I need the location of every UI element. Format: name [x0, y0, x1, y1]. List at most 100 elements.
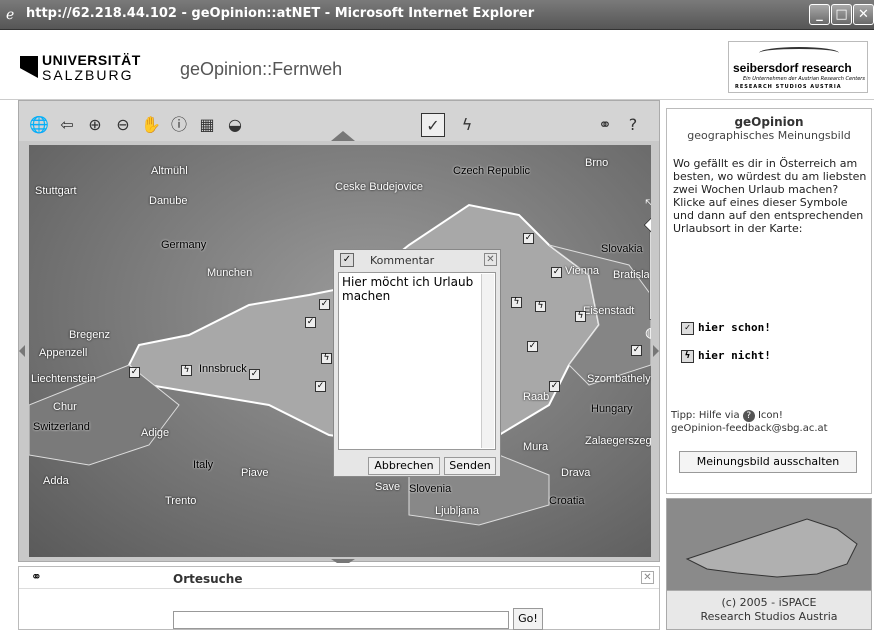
- check-marker[interactable]: ✓: [249, 369, 260, 380]
- zoom-fit-icon[interactable]: ⤡: [645, 197, 651, 213]
- comment-dialog-header: ✓ Kommentar ✕: [334, 250, 500, 270]
- ie-icon: ℯ: [6, 7, 15, 23]
- maximize-button[interactable]: □: [831, 4, 852, 25]
- check-marker[interactable]: ✓: [129, 367, 140, 378]
- seibersdorf-arc: [759, 47, 839, 59]
- sidebar-title: geOpinion: [734, 115, 804, 129]
- minimize-button[interactable]: _: [809, 4, 830, 25]
- comment-dialog-title: Kommentar: [370, 254, 435, 267]
- flash-marker[interactable]: ϟ: [535, 301, 546, 312]
- zoom-out-icon[interactable]: ⊖: [111, 113, 135, 137]
- flash-marker[interactable]: ϟ: [575, 311, 586, 322]
- legend-yes[interactable]: ✓ hier schon!: [681, 321, 771, 335]
- check-marker[interactable]: ✓: [315, 381, 326, 392]
- map-label: Altmühl: [151, 165, 188, 177]
- close-icon[interactable]: ✕: [641, 571, 654, 584]
- feedback-email[interactable]: geOpinion-feedback@sbg.ac.at: [671, 423, 828, 434]
- checkmark-tool-icon[interactable]: ✓: [421, 113, 445, 137]
- seibersdorf-logo[interactable]: seibersdorf research Ein Unternehmen der…: [728, 41, 868, 93]
- go-button[interactable]: Go!: [513, 608, 543, 630]
- map-label: Raab: [523, 391, 550, 403]
- flash-icon: ϟ: [681, 349, 694, 363]
- page-header: UNIVERSITÄT SALZBURG geOpinion::Fernweh …: [0, 30, 874, 100]
- zoom-world-icon[interactable]: ◍: [645, 325, 651, 341]
- credit-line1: (c) 2005 - iSPACE: [721, 596, 817, 609]
- university-logo-mark: [20, 56, 38, 78]
- cancel-button[interactable]: Abbrechen: [368, 457, 440, 475]
- info-sidebar: geOpinion geographisches Meinungsbild Wo…: [666, 108, 872, 494]
- comment-dialog: ✓ Kommentar ✕ Hier möcht ich Urlaub mach…: [333, 249, 501, 477]
- flash-marker[interactable]: ϟ: [321, 353, 332, 364]
- map-label: Appenzell: [39, 347, 88, 359]
- overview-map-shape: [685, 518, 858, 578]
- zoom-track[interactable]: [649, 220, 651, 320]
- map-label: Chur: [53, 401, 77, 413]
- map-label: Liechtenstein: [31, 373, 96, 385]
- legend-yes-label: hier schon!: [698, 321, 771, 334]
- credit-box: (c) 2005 - iSPACE Research Studios Austr…: [666, 590, 872, 630]
- pan-west-arrow: [19, 345, 25, 357]
- legend-no[interactable]: ϟ hier nicht!: [681, 349, 771, 363]
- pan-east-arrow: [653, 345, 659, 357]
- check-marker[interactable]: ✓: [527, 341, 538, 352]
- pan-hand-icon[interactable]: ✋: [139, 113, 163, 137]
- search-input[interactable]: [173, 611, 509, 629]
- map-label: Brno: [585, 157, 609, 169]
- flash-marker[interactable]: ϟ: [181, 365, 192, 376]
- send-button[interactable]: Senden: [444, 457, 496, 475]
- eraser-icon[interactable]: ◒: [223, 113, 247, 137]
- map-label: Slovenia: [409, 483, 452, 495]
- flash-tool-icon[interactable]: ϟ: [455, 113, 479, 137]
- map-label: Innsbruck: [199, 363, 247, 375]
- flash-marker[interactable]: ϟ: [511, 297, 522, 308]
- check-marker[interactable]: ✓: [305, 317, 316, 328]
- map-label: Bregenz: [69, 329, 110, 341]
- page-content: UNIVERSITÄT SALZBURG geOpinion::Fernweh …: [0, 30, 874, 634]
- map-label: Ceske Budejovice: [335, 181, 424, 193]
- close-icon[interactable]: ✕: [484, 253, 497, 266]
- globe-icon[interactable]: 🌐: [27, 113, 51, 137]
- map-label: Germany: [161, 239, 207, 251]
- toggle-opinion-button[interactable]: Meinungsbild ausschalten: [679, 451, 857, 473]
- map-label: Piave: [241, 467, 269, 479]
- map-label: Drava: [561, 467, 591, 479]
- place-search-panel: ⚭ Ortesuche ✕ Go!: [18, 566, 660, 630]
- map-label: Italy: [193, 459, 214, 471]
- search-header: ⚭ Ortesuche ✕: [19, 567, 659, 589]
- zoom-in-icon[interactable]: ⊕: [83, 113, 107, 137]
- binoculars-icon[interactable]: ⚭: [593, 113, 617, 137]
- seibersdorf-name: seibersdorf research: [733, 61, 852, 75]
- tip-suffix: Icon!: [757, 410, 783, 421]
- info-icon[interactable]: ⓘ: [167, 113, 191, 137]
- check-marker[interactable]: ✓: [319, 299, 330, 310]
- back-arrow-icon[interactable]: ⇦: [55, 113, 79, 137]
- research-studios-label: RESEARCH STUDIOS AUSTRIA: [735, 84, 842, 90]
- sidebar-subtitle: geographisches Meinungsbild: [687, 129, 851, 142]
- check-marker[interactable]: ✓: [631, 345, 642, 356]
- map-layer-icon[interactable]: ▦: [195, 113, 219, 137]
- check-marker[interactable]: ✓: [523, 233, 534, 244]
- close-button[interactable]: ✕: [853, 4, 874, 25]
- check-marker[interactable]: ✓: [551, 267, 562, 278]
- map-label: Czech Republic: [453, 165, 531, 177]
- zoom-handle[interactable]: [643, 216, 651, 234]
- checkmark-icon: ✓: [340, 253, 354, 267]
- tip-prefix: Tipp: Hilfe via: [671, 410, 740, 421]
- help-icon[interactable]: ?: [621, 113, 645, 137]
- map-label: Save: [375, 481, 401, 493]
- map-label: Vienna: [565, 265, 600, 277]
- university-logo[interactable]: UNIVERSITÄT SALZBURG: [20, 52, 150, 88]
- legend-no-label: hier nicht!: [698, 349, 771, 362]
- comment-scrollbar[interactable]: [481, 274, 494, 448]
- map-label: Hungary: [591, 403, 633, 415]
- map-label: Mura: [523, 441, 549, 453]
- map-label: Adda: [43, 475, 69, 487]
- university-name-line1: UNIVERSITÄT: [42, 52, 141, 68]
- map-label: Stuttgart: [35, 185, 77, 197]
- help-icon[interactable]: ?: [742, 410, 755, 422]
- pan-south-arrow: [331, 559, 355, 563]
- check-marker[interactable]: ✓: [549, 381, 560, 392]
- comment-textarea[interactable]: Hier möcht ich Urlaub machen: [338, 272, 496, 450]
- zoom-slider[interactable]: ⤡ ◍: [641, 195, 651, 343]
- map-label: Szombathely: [587, 373, 651, 385]
